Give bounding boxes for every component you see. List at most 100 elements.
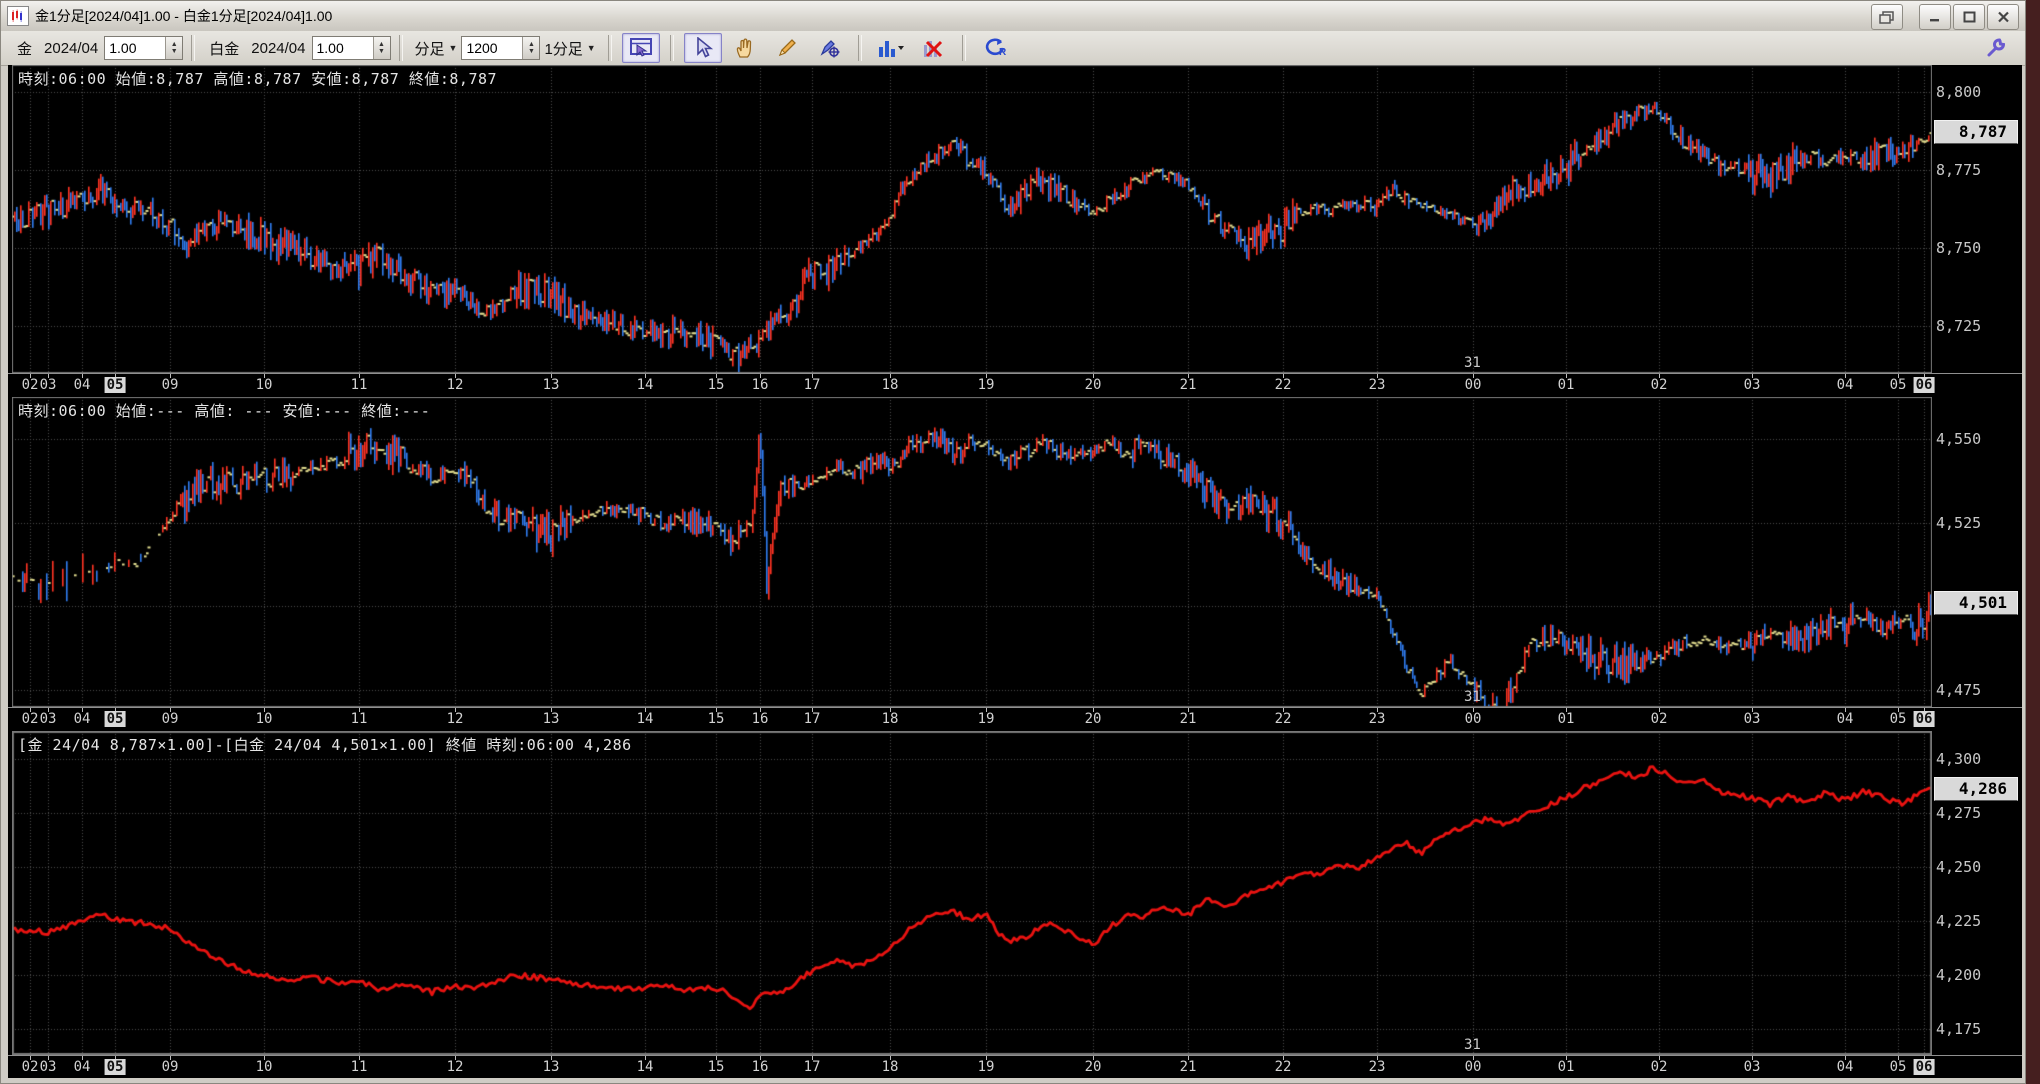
settings-button[interactable] xyxy=(1981,35,2011,61)
price-tick-label: 8,725 xyxy=(1936,317,1982,336)
time-tick-label: 02 xyxy=(1650,1059,1668,1075)
platinum-month-label: 2024/04 xyxy=(251,39,306,57)
spin-down-icon[interactable]: ▼ xyxy=(528,48,535,55)
platinum-multiplier-input[interactable] xyxy=(312,38,373,58)
time-tick-label: 15 xyxy=(707,377,725,393)
time-tick-label: 04 xyxy=(1836,377,1854,393)
time-tick-label: 10 xyxy=(255,377,273,393)
interval-label: 1分足 xyxy=(544,40,583,58)
time-tick-label: 14 xyxy=(636,711,654,727)
spread-time-axis: 02 03 04 05 09 10 11 12 13 14 15 16 17 18 19 20 21 22 23 00… xyxy=(8,1055,2022,1078)
spread-plot-area[interactable]: [金 24/04 8,787×1.00]-[白金 24/04 4,501×1.0… xyxy=(12,731,1932,1055)
draw-tool-button[interactable] xyxy=(768,33,806,63)
chart-cursor-tool-button[interactable] xyxy=(621,33,660,63)
time-tick-label: 11 xyxy=(350,1059,368,1075)
gold-multiplier-spin-arrows[interactable]: ▲ ▼ xyxy=(165,37,183,59)
spread-line-canvas[interactable] xyxy=(12,731,1932,1055)
delete-chart-icon xyxy=(923,40,942,58)
time-tick-label: 04 xyxy=(73,377,91,393)
chevron-down-icon: ▼ xyxy=(586,43,596,53)
time-tick-label: 03 xyxy=(1743,711,1761,727)
bar-type-dropdown[interactable]: 分足 ▼ xyxy=(415,38,458,59)
toolbar-separator xyxy=(398,35,403,61)
time-tick-label: 22 xyxy=(1274,711,1292,727)
time-tick-label: 19 xyxy=(977,711,995,727)
gold-plot-area[interactable]: 時刻:06:00 始値:8,787 高値:8,787 安値:8,787 終値:8… xyxy=(12,65,1932,373)
time-tick-label: 22 xyxy=(1274,377,1292,393)
time-tick-label: 02 xyxy=(1650,711,1668,727)
chevron-down-icon: ▼ xyxy=(448,43,458,53)
spin-up-icon[interactable]: ▲ xyxy=(378,41,385,48)
time-tick-label: 17 xyxy=(803,1059,821,1075)
time-tick-label: 23 xyxy=(1368,711,1386,727)
title-bar[interactable]: 金1分足[2024/04]1.00 - 白金1分足[2024/04]1.00 xyxy=(1,1,2025,32)
window-title: 金1分足[2024/04]1.00 - 白金1分足[2024/04]1.00 xyxy=(35,8,333,24)
interval-dropdown[interactable]: 1分足 ▼ xyxy=(544,38,595,59)
spin-down-icon[interactable]: ▼ xyxy=(378,48,385,55)
time-tick-label: 01 xyxy=(1557,377,1575,393)
platinum-plot-area[interactable]: 時刻:06:00 始値:--- 高値: --- 安値:--- 終値:--- 31 xyxy=(12,397,1932,707)
marker-tool-button[interactable] xyxy=(810,33,848,63)
bar-chart-icon xyxy=(878,41,904,57)
bar-count-spin-arrows[interactable]: ▲ ▼ xyxy=(522,37,540,59)
gold-candle-canvas[interactable] xyxy=(12,65,1932,373)
toolbar: 金 2024/04 ▲▼ 白金 2024/04 ▲▼ 分足 ▼ ▲▼ 1分足 ▼ xyxy=(1,31,2025,66)
time-tick-label: 12 xyxy=(446,1059,464,1075)
time-tick-label: 19 xyxy=(977,377,995,393)
gold-price-axis: 8,800 8,775 8,750 8,725 8,787 xyxy=(1934,65,2022,373)
time-tick-label: 17 xyxy=(803,711,821,727)
time-tick-label: 04 xyxy=(1836,711,1854,727)
spread-status-line: [金 24/04 8,787×1.00]-[白金 24/04 4,501×1.0… xyxy=(18,736,632,754)
hand-icon xyxy=(736,38,751,58)
time-tick-label: 15 xyxy=(707,711,725,727)
price-tick-label: 4,300 xyxy=(1936,750,1982,769)
spread-price-axis: 4,300 4,275 4,250 4,225 4,200 4,175 4,286 xyxy=(1934,731,2022,1055)
spin-up-icon[interactable]: ▲ xyxy=(171,41,178,48)
gold-symbol-label: 金 xyxy=(17,40,33,58)
time-tick-label-highlighted: 06 xyxy=(1913,711,1935,727)
close-button[interactable] xyxy=(1987,4,2019,30)
time-tick-label: 05 xyxy=(1889,1059,1907,1075)
time-tick-label: 19 xyxy=(977,1059,995,1075)
reset-refresh-button[interactable]: R xyxy=(976,33,1014,63)
chart-panel-spread: [金 24/04 8,787×1.00]-[白金 24/04 4,501×1.0… xyxy=(8,731,2022,1078)
time-tick-label: 00 xyxy=(1464,377,1482,393)
time-tick-label: 14 xyxy=(636,377,654,393)
time-tick-label: 23 xyxy=(1368,377,1386,393)
spin-up-icon[interactable]: ▲ xyxy=(528,41,535,48)
price-tick-label: 4,475 xyxy=(1936,681,1982,700)
chart-type-button[interactable] xyxy=(872,33,910,63)
time-tick-label: 13 xyxy=(542,1059,560,1075)
platinum-multiplier-spin-arrows[interactable]: ▲ ▼ xyxy=(372,37,390,59)
maximize-button[interactable] xyxy=(1953,4,1985,30)
time-tick-label: 02 xyxy=(21,1059,39,1075)
chart-area: 時刻:06:00 始値:8,787 高値:8,787 安値:8,787 終値:8… xyxy=(8,65,2022,1078)
time-tick-label: 22 xyxy=(1274,1059,1292,1075)
current-price-box: 4,501 xyxy=(1934,591,2018,616)
time-tick-label: 02 xyxy=(21,377,39,393)
pan-tool-button[interactable] xyxy=(726,33,764,63)
toolbar-separator xyxy=(669,35,674,61)
time-tick-label: 11 xyxy=(350,377,368,393)
bar-count-input[interactable] xyxy=(462,38,523,58)
spin-down-icon[interactable]: ▼ xyxy=(171,48,178,55)
price-tick-label: 4,550 xyxy=(1936,429,1982,448)
select-tool-button[interactable] xyxy=(683,33,722,63)
platinum-status-line: 時刻:06:00 始値:--- 高値: --- 安値:--- 終値:--- xyxy=(18,402,431,420)
time-tick-label: 15 xyxy=(707,1059,725,1075)
time-tick-label: 02 xyxy=(1650,377,1668,393)
time-tick-label: 03 xyxy=(1743,377,1761,393)
bar-type-label: 分足 xyxy=(414,40,445,58)
time-tick-label: 12 xyxy=(446,711,464,727)
platinum-candle-canvas[interactable] xyxy=(12,397,1932,707)
minimize-button[interactable] xyxy=(1919,4,1951,30)
delete-indicator-button[interactable] xyxy=(914,33,952,63)
time-tick-label: 20 xyxy=(1084,377,1102,393)
gold-time-axis: 02 03 04 05 09 10 11 12 13 14 15 16 17 18 19 20 21 22 23 00… xyxy=(8,373,2022,396)
time-tick-label: 09 xyxy=(161,1059,179,1075)
time-tick-label: 16 xyxy=(751,711,769,727)
platinum-symbol-label: 白金 xyxy=(209,40,240,58)
gold-multiplier-input[interactable] xyxy=(105,38,166,58)
time-tick-label: 12 xyxy=(446,377,464,393)
cascade-button[interactable] xyxy=(1871,4,1903,30)
